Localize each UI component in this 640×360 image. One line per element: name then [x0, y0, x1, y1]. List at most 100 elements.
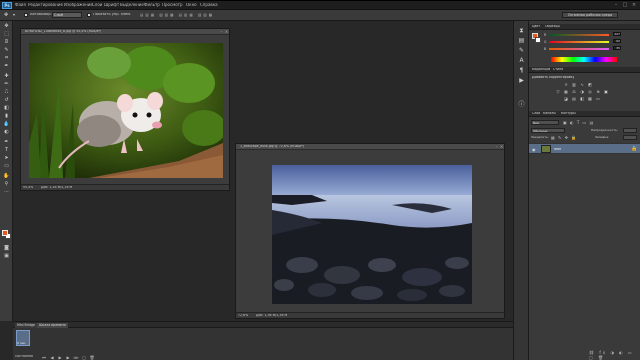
layer-name[interactable]: Фон: [554, 148, 561, 151]
menu-edit[interactable]: Редактирование: [28, 3, 63, 7]
crop-tool-icon[interactable]: ⌗: [3, 55, 10, 61]
document-close-icon[interactable]: ×: [499, 144, 504, 149]
loop-options[interactable]: Постоянно: [15, 355, 33, 358]
workspace-switcher[interactable]: Основная рабочая среда: [562, 12, 618, 18]
lock-icons[interactable]: ▦ ✎ ✥ 🔒: [551, 135, 577, 140]
tab-adjustments[interactable]: Коррекция: [532, 68, 550, 71]
document-info[interactable]: Док: 1,16 M/1,16 M: [41, 186, 72, 189]
shape-tool-icon[interactable]: ▭: [3, 163, 10, 169]
channel-g-value[interactable]: 92: [613, 39, 621, 43]
photo-filter-icon[interactable]: ◎: [587, 89, 593, 94]
autoselect-dropdown[interactable]: Слой: [52, 12, 82, 18]
channel-r-value[interactable]: 227: [613, 32, 621, 36]
fill-input[interactable]: [623, 135, 637, 140]
vibrance-icon[interactable]: ▽: [555, 89, 561, 94]
play-icon[interactable]: ▶: [57, 355, 63, 360]
channel-b-slider[interactable]: [549, 48, 609, 50]
character-icon[interactable]: A: [518, 57, 525, 64]
dodge-tool-icon[interactable]: ◐: [3, 129, 10, 135]
minimize-icon[interactable]: –: [612, 2, 620, 8]
channel-mixer-icon[interactable]: ⊕: [595, 89, 601, 94]
layer-row[interactable]: ◉ Фон 🔒: [529, 143, 640, 154]
curves-icon[interactable]: ∿: [579, 82, 585, 87]
clone-stamp-tool-icon[interactable]: ⎍: [3, 89, 10, 95]
hand-tool-icon[interactable]: ✋: [3, 173, 10, 179]
black-white-icon[interactable]: ◑: [579, 89, 585, 94]
duplicate-frame-icon[interactable]: ▢: [81, 355, 87, 360]
tab-paths[interactable]: Контуры: [561, 112, 576, 115]
tab-styles[interactable]: Стили: [553, 68, 563, 71]
type-tool-icon[interactable]: T: [3, 147, 10, 153]
menu-file[interactable]: Файл: [15, 3, 26, 7]
menu-filter[interactable]: Фильтр: [144, 3, 160, 7]
brightness-icon[interactable]: ☼: [563, 82, 569, 87]
history-icon[interactable]: ⧗: [518, 27, 525, 34]
tab-swatches[interactable]: Образцы: [545, 25, 560, 28]
tab-color[interactable]: Цвет: [532, 25, 540, 28]
document-window-seascape[interactable]: 1_seascape_dusk.jpg @ 72,6% (RGB/8*) – ×: [235, 143, 505, 319]
delete-frame-icon[interactable]: 🗑: [89, 355, 95, 360]
invert-icon[interactable]: ◪: [563, 96, 569, 101]
next-frame-icon[interactable]: ▶: [65, 355, 71, 360]
posterize-icon[interactable]: ▤: [571, 96, 577, 101]
threshold-icon[interactable]: ◧: [579, 96, 585, 101]
gradient-map-icon[interactable]: ▭: [595, 96, 601, 101]
eye-icon[interactable]: ◉: [532, 147, 536, 152]
foreground-color-swatch[interactable]: [2, 230, 8, 236]
move-tool-icon[interactable]: ✥: [4, 12, 8, 18]
menu-window[interactable]: Окно: [186, 3, 197, 7]
menu-select[interactable]: Выделение: [120, 3, 144, 7]
path-selection-tool-icon[interactable]: ➤: [3, 155, 10, 161]
menu-type[interactable]: Шрифт: [104, 3, 119, 7]
frame-delay[interactable]: 0 сек.: [17, 342, 26, 345]
healing-brush-tool-icon[interactable]: ✚: [3, 73, 10, 79]
menu-help[interactable]: Справка: [200, 3, 218, 7]
eraser-tool-icon[interactable]: ◧: [3, 105, 10, 111]
layer-filter-dropdown[interactable]: Вид: [531, 120, 559, 125]
document-window-opossum[interactable]: 8OYAH1N2_1UNIbeb4d_b.jpg @ 55,4% (RGB/8*…: [20, 28, 230, 191]
blur-tool-icon[interactable]: 💧: [3, 121, 10, 127]
close-icon[interactable]: ×: [630, 2, 638, 8]
first-frame-icon[interactable]: ⏮: [41, 355, 47, 360]
layer-actions[interactable]: ⛓ fx ◑ ◐ ▭ ▢ 🗑: [589, 350, 640, 360]
marquee-tool-icon[interactable]: ⬚: [3, 31, 10, 37]
hue-saturation-icon[interactable]: ▦: [563, 89, 569, 94]
menu-layers[interactable]: Слои: [92, 3, 102, 7]
info-icon[interactable]: ⓘ: [518, 101, 525, 108]
chevron-down-icon[interactable]: ▾: [13, 12, 15, 17]
opacity-input[interactable]: [623, 128, 637, 133]
align-icons[interactable]: ▤▥▦ ▧▨▩ ▤▥▦ ▧▨▩: [140, 13, 214, 17]
blend-mode-dropdown[interactable]: Обычные: [531, 128, 565, 133]
color-panel-background[interactable]: [535, 37, 541, 43]
history-brush-tool-icon[interactable]: ↺: [3, 97, 10, 103]
document-close-icon[interactable]: ×: [224, 29, 229, 34]
zoom-level[interactable]: 72,6%: [238, 314, 248, 317]
levels-icon[interactable]: ▥: [571, 82, 577, 87]
zoom-tool-icon[interactable]: ⚲: [3, 181, 10, 187]
channel-r-slider[interactable]: [549, 34, 609, 36]
document-tab[interactable]: 1_seascape_dusk.jpg @ 72,6% (RGB/8*) – ×: [236, 144, 504, 150]
zoom-level[interactable]: 55,4%: [23, 186, 33, 189]
menu-view[interactable]: Просмотр: [162, 3, 183, 7]
document-info[interactable]: Док: 1,36 M/1,36 M: [256, 314, 287, 317]
gradient-tool-icon[interactable]: ▮: [3, 113, 10, 119]
tab-layers[interactable]: Слои: [532, 112, 540, 115]
quick-select-tool-icon[interactable]: ✎: [3, 47, 10, 53]
autoselect-checkbox[interactable]: [24, 13, 28, 17]
channel-g-slider[interactable]: [549, 41, 609, 43]
prev-frame-icon[interactable]: ◀: [49, 355, 55, 360]
screen-mode-icon[interactable]: ▣: [3, 253, 10, 259]
quick-mask-icon[interactable]: ◙: [3, 245, 10, 251]
color-lookup-icon[interactable]: ▣: [603, 89, 609, 94]
move-tool-icon[interactable]: ✥: [3, 23, 10, 29]
actions-icon[interactable]: ▶: [518, 77, 525, 84]
color-balance-icon[interactable]: ⚖: [571, 89, 577, 94]
lasso-tool-icon[interactable]: ᘐ: [3, 39, 10, 45]
brush-tool-icon[interactable]: ✏: [3, 81, 10, 87]
properties-icon[interactable]: ▤: [518, 37, 525, 44]
maximize-icon[interactable]: □: [621, 2, 629, 8]
tab-channels[interactable]: Каналы: [543, 112, 556, 115]
more-tools-icon[interactable]: ⋯: [3, 189, 10, 195]
paragraph-icon[interactable]: ¶: [518, 67, 525, 74]
color-ramp[interactable]: [551, 57, 617, 62]
